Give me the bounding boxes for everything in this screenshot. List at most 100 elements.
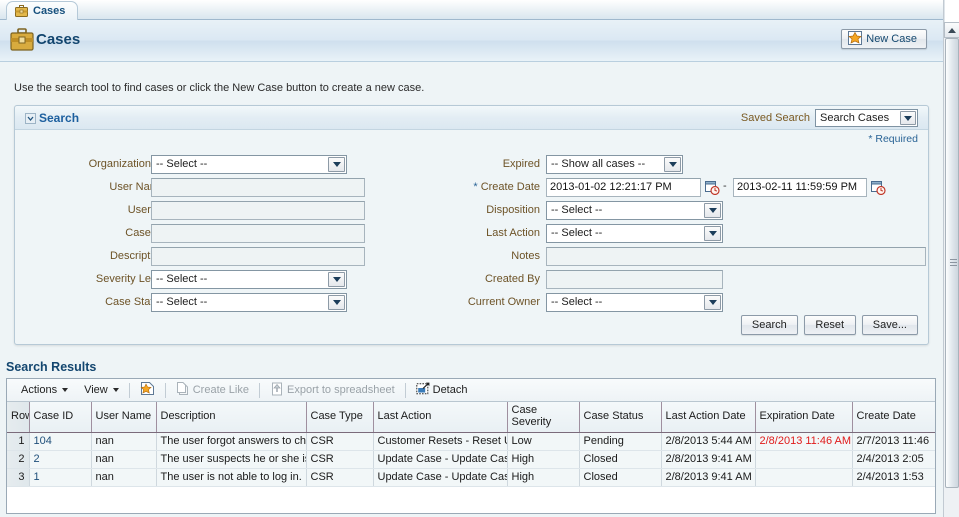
column-header-expiration-date[interactable]: Expiration Date [755,402,853,433]
column-header-user-name[interactable]: User Name [91,402,157,433]
current-owner-value: -- Select -- [551,296,603,308]
search-button[interactable]: Search [740,315,798,335]
user-id-input[interactable] [151,201,365,220]
instruction-text: Use the search tool to find cases or cli… [14,82,425,94]
export-spreadsheet-button[interactable]: Export to spreadsheet [262,380,403,401]
current-owner-select[interactable]: -- Select -- [546,293,723,312]
tab-label: Cases [33,5,66,17]
label-created-by: Created By [484,273,540,285]
column-header-last-action[interactable]: Last Action [373,402,508,433]
user-name-input[interactable] [151,178,365,197]
detach-button[interactable]: Detach [408,380,476,401]
export-spreadsheet-icon [270,382,284,399]
create-new-button[interactable] [132,380,163,401]
column-header-case-id[interactable]: Case ID [29,402,92,433]
detach-label: Detach [432,384,468,396]
chevron-down-icon[interactable] [704,295,721,310]
create-date-from-input[interactable]: 2013-01-02 12:21:17 PM [546,178,701,197]
actions-menu[interactable]: Actions [13,380,76,401]
briefcase-icon [10,28,34,51]
table-row[interactable]: 2 2 nan The user suspects he or she is C… [7,450,935,469]
chevron-down-icon[interactable] [704,226,721,241]
saved-search-select[interactable]: Search Cases [815,109,918,127]
description-input[interactable] [151,247,365,266]
create-date-to-input[interactable]: 2013-02-11 11:59:59 PM [733,178,867,197]
create-date-label-text: Create Date [480,181,540,193]
search-panel-title: Search [39,111,80,125]
toolbar-separator [128,382,130,398]
scrollbar-cap [944,0,959,22]
cell-case-severity: High [507,450,580,469]
cell-case-id[interactable]: 1 [29,468,92,487]
cell-user-name: nan [91,468,157,487]
search-panel: Search Saved Search Search Cases * Requi… [14,105,929,345]
calendar-icon[interactable] [871,180,886,196]
expired-select[interactable]: -- Show all cases -- [546,155,683,174]
cell-row: 1 [7,432,30,451]
cell-case-id[interactable]: 2 [29,450,92,469]
create-new-icon [140,381,155,399]
view-menu[interactable]: View [76,380,127,401]
cell-last-action: Update Case - Update Case [373,468,508,487]
calendar-icon[interactable] [705,180,720,196]
organization-id-value: -- Select -- [156,158,208,170]
cell-case-status: Closed [579,450,662,469]
column-header-last-action-date[interactable]: Last Action Date [661,402,756,433]
cell-last-action: Customer Resets - Reset U [373,432,508,451]
chevron-down-icon[interactable] [328,295,345,310]
scroll-up-arrow-icon[interactable] [944,22,959,38]
column-header-case-severity[interactable]: Case Severity [507,402,580,433]
label-disposition: Disposition [486,204,540,216]
case-id-input[interactable] [151,224,365,243]
reset-button[interactable]: Reset [803,315,856,335]
column-header-description[interactable]: Description [156,402,307,433]
chevron-down-icon[interactable] [328,157,345,172]
cell-case-type: CSR [306,468,374,487]
create-like-button[interactable]: Create Like [168,380,257,401]
severity-level-value: -- Select -- [156,273,208,285]
cell-description: The user suspects he or she is [156,450,307,469]
column-header-case-type[interactable]: Case Type [306,402,374,433]
tab-cases[interactable]: Cases [6,1,79,20]
vertical-scrollbar[interactable] [943,0,959,517]
required-asterisk: * [473,181,481,193]
organization-id-select[interactable]: -- Select -- [151,155,347,174]
detach-icon [415,382,430,399]
cell-case-id[interactable]: 104 [29,432,92,451]
required-note: * Required [868,133,918,145]
cell-case-status: Pending [579,432,662,451]
label-create-date: * Create Date [395,178,540,197]
label-expired: Expired [502,158,540,170]
case-status-select[interactable]: -- Select -- [151,293,347,312]
last-action-select[interactable]: -- Select -- [546,224,723,243]
chevron-down-icon[interactable] [704,203,721,218]
cell-create-date: 2/7/2013 11:46 [852,432,935,451]
cell-case-type: CSR [306,450,374,469]
results-toolbar: Actions View Create Like Export to sprea… [7,379,935,402]
label-organization-id: Organization ID [88,158,165,170]
new-case-button[interactable]: New Case [841,29,927,49]
cell-row: 2 [7,450,30,469]
column-header-create-date[interactable]: Create Date [852,402,935,433]
new-case-label: New Case [866,33,917,45]
chevron-down-icon[interactable] [24,112,36,124]
notes-input[interactable] [546,247,926,266]
save-button[interactable]: Save... [861,315,918,335]
date-range-separator: - [723,180,727,192]
table-row[interactable]: 1 104 nan The user forgot answers to ch … [7,432,935,451]
chevron-down-icon[interactable] [664,157,681,172]
chevron-down-icon[interactable] [900,111,916,125]
scrollbar-thumb[interactable] [945,38,959,488]
table-row[interactable]: 3 1 nan The user is not able to log in. … [7,468,935,487]
actions-label: Actions [21,384,58,396]
search-panel-buttons: Search Reset Save... [740,315,918,335]
column-header-row[interactable]: Row [7,402,30,433]
created-by-input[interactable] [546,270,723,289]
severity-level-select[interactable]: -- Select -- [151,270,347,289]
column-header-case-status[interactable]: Case Status [579,402,662,433]
saved-search-label: Saved Search [740,112,810,124]
results-table-wrapper[interactable]: Row Case ID User Name Description Case T… [7,402,935,513]
chevron-down-icon[interactable] [328,272,345,287]
last-action-value: -- Select -- [551,227,603,239]
disposition-select[interactable]: -- Select -- [546,201,723,220]
